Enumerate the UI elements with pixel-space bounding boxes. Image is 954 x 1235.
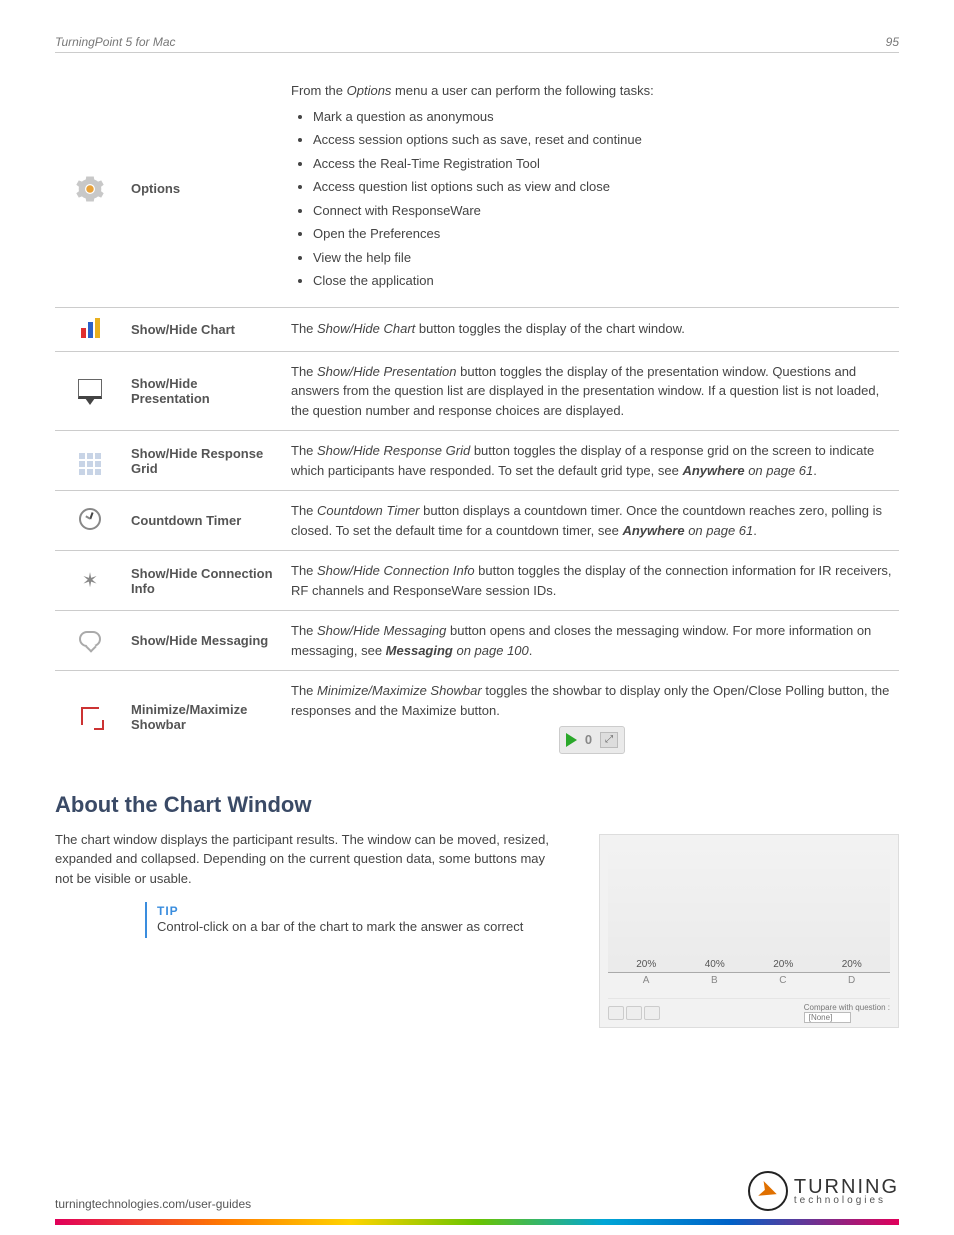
chart-area: 20% 40% 20% 20% <box>608 843 890 973</box>
footer-color-bar <box>55 1219 899 1225</box>
row-messaging: Show/Hide Messaging The Show/Hide Messag… <box>55 611 899 671</box>
messaging-icon <box>79 631 101 647</box>
messaging-link[interactable]: Messaging <box>386 643 453 658</box>
options-desc: From the Options menu a user can perform… <box>285 71 899 307</box>
chart-tool-button[interactable] <box>626 1006 642 1020</box>
axis-label: B <box>711 975 718 986</box>
maximize-icon[interactable]: ⤢ <box>600 732 618 748</box>
grid-label: Show/Hide Response Grid <box>125 431 285 491</box>
page-footer: turningtechnologies.com/user-guides ➤ TU… <box>0 1171 954 1235</box>
row-chart: Show/Hide Chart The Show/Hide Chart butt… <box>55 307 899 351</box>
response-count: 0 <box>585 730 592 750</box>
options-item: Connect with ResponseWare <box>313 201 893 221</box>
row-connection: ✶ Show/Hide Connection Info The Show/Hid… <box>55 551 899 611</box>
options-item: View the help file <box>313 248 893 268</box>
compare-label: Compare with question : <box>804 1003 890 1012</box>
msg-desc: The Show/Hide Messaging button opens and… <box>285 611 899 671</box>
bar-value-c: 20% <box>773 959 793 970</box>
bar-value-a: 20% <box>636 959 656 970</box>
options-item: Access the Real-Time Registration Tool <box>313 154 893 174</box>
axis-label: A <box>643 975 650 986</box>
timer-label: Countdown Timer <box>125 491 285 551</box>
options-item: Close the application <box>313 271 893 291</box>
chart-window-thumbnail: 20% 40% 20% 20% A B C D <box>599 834 899 1028</box>
showbar-label: Minimize/Maximize Showbar <box>125 671 285 764</box>
row-timer: Countdown Timer The Countdown Timer butt… <box>55 491 899 551</box>
msg-label: Show/Hide Messaging <box>125 611 285 671</box>
grid-desc: The Show/Hide Response Grid button toggl… <box>285 431 899 491</box>
page-header: TurningPoint 5 for Mac 95 <box>55 35 899 53</box>
row-options: Options From the Options menu a user can… <box>55 71 899 307</box>
doc-title: TurningPoint 5 for Mac <box>55 35 176 49</box>
tip-body: Control-click on a bar of the chart to m… <box>157 918 545 936</box>
section-paragraph: The chart window displays the participan… <box>55 830 555 889</box>
showbar-desc: The Minimize/Maximize Showbar toggles th… <box>285 671 899 764</box>
bar-value-d: 20% <box>842 959 862 970</box>
timer-desc: The Countdown Timer button displays a co… <box>285 491 899 551</box>
compare-select[interactable]: [None] <box>804 1012 852 1023</box>
chart-label: Show/Hide Chart <box>125 307 285 351</box>
page-number: 95 <box>886 35 899 49</box>
footer-url[interactable]: turningtechnologies.com/user-guides <box>55 1197 251 1211</box>
chart-toolbar <box>608 1006 660 1020</box>
row-presentation: Show/Hide Presentation The Show/Hide Pre… <box>55 351 899 431</box>
bar-value-b: 40% <box>705 959 725 970</box>
options-item: Mark a question as anonymous <box>313 107 893 127</box>
options-item: Access session options such as save, res… <box>313 130 893 150</box>
tip-block: TIP Control-click on a bar of the chart … <box>145 902 545 938</box>
row-showbar: Minimize/Maximize Showbar The Minimize/M… <box>55 671 899 764</box>
gear-icon <box>61 174 119 204</box>
chart-tool-button[interactable] <box>644 1006 660 1020</box>
connection-icon: ✶ <box>79 570 101 592</box>
logo-text-main: TURNING <box>794 1178 899 1196</box>
grid-icon <box>79 453 101 475</box>
feature-table: Options From the Options menu a user can… <box>55 71 899 764</box>
brand-logo: ➤ TURNING technologies <box>748 1171 899 1211</box>
play-icon[interactable] <box>566 733 577 747</box>
anywhere-link[interactable]: Anywhere <box>622 523 684 538</box>
options-item: Open the Preferences <box>313 224 893 244</box>
options-list: Mark a question as anonymous Access sess… <box>313 107 893 291</box>
timer-icon <box>79 508 101 530</box>
section-heading: About the Chart Window <box>55 792 899 818</box>
presentation-label: Show/Hide Presentation <box>125 351 285 431</box>
expand-icon <box>81 707 99 725</box>
tip-label: TIP <box>157 904 545 918</box>
logo-icon: ➤ <box>748 1171 788 1211</box>
logo-text-sub: technologies <box>794 1196 899 1205</box>
axis-label: C <box>779 975 786 986</box>
conn-desc: The Show/Hide Connection Info button tog… <box>285 551 899 611</box>
anywhere-link[interactable]: Anywhere <box>682 463 744 478</box>
bar-chart-icon <box>81 318 100 338</box>
showbar-mini: 0 ⤢ <box>559 726 625 754</box>
axis-label: D <box>848 975 855 986</box>
options-item: Access question list options such as vie… <box>313 177 893 197</box>
presentation-icon <box>78 379 102 399</box>
chart-desc: The Show/Hide Chart button toggles the d… <box>285 307 899 351</box>
conn-label: Show/Hide Connection Info <box>125 551 285 611</box>
options-label: Options <box>125 71 285 307</box>
row-response-grid: Show/Hide Response Grid The Show/Hide Re… <box>55 431 899 491</box>
presentation-desc: The Show/Hide Presentation button toggle… <box>285 351 899 431</box>
chart-tool-button[interactable] <box>608 1006 624 1020</box>
